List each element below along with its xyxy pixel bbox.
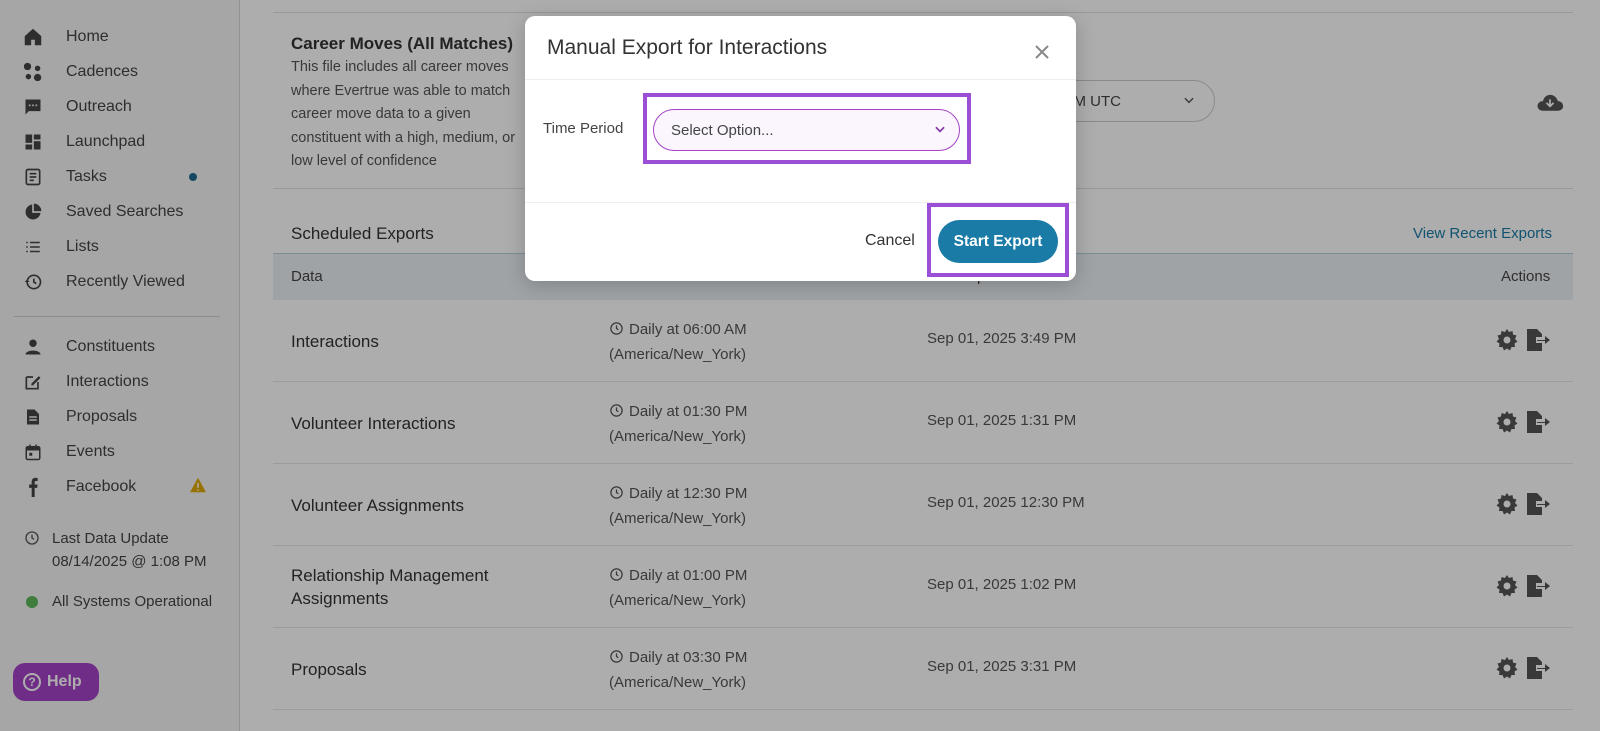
dialog-title: Manual Export for Interactions <box>547 36 828 59</box>
time-period-placeholder: Select Option... <box>671 121 774 139</box>
close-icon[interactable] <box>1030 40 1054 64</box>
time-period-label: Time Period <box>543 120 624 137</box>
time-period-select[interactable]: Select Option... <box>653 109 960 151</box>
cancel-button[interactable]: Cancel <box>865 232 915 250</box>
dialog-divider <box>525 79 1076 80</box>
chevron-down-icon <box>933 122 947 140</box>
manual-export-dialog: Manual Export for Interactions Time Peri… <box>525 16 1076 281</box>
start-export-button[interactable]: Start Export <box>938 220 1058 263</box>
